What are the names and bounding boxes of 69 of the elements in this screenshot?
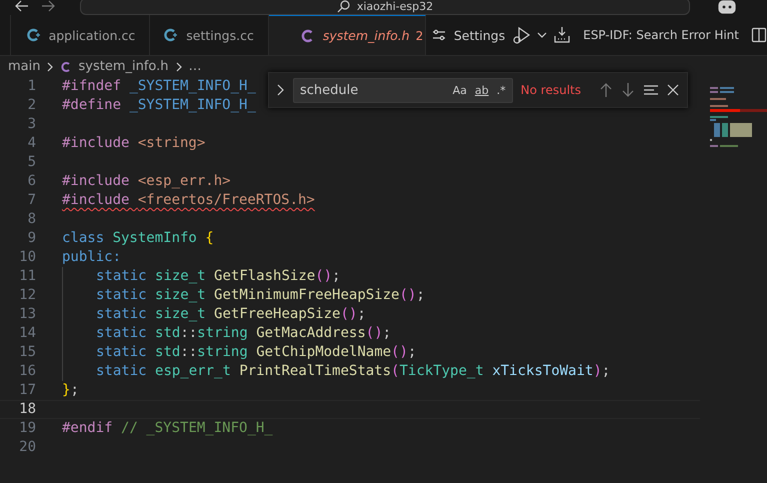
code-line: #include <freertos/FreeRTOS.h> (62, 192, 315, 208)
line-number: 3 (26, 115, 36, 134)
breadcrumb-item[interactable]: … (188, 59, 202, 74)
line-number: 13 (18, 305, 36, 324)
arrow-up-icon[interactable] (599, 82, 613, 98)
selection-lines-icon[interactable] (643, 83, 659, 97)
cpp-file-icon (26, 28, 41, 42)
line-number: 1 (26, 77, 36, 96)
line-number: 19 (18, 419, 36, 438)
code-line: static std::string GetChipModelName(); (96, 344, 416, 360)
search-icon (336, 0, 351, 13)
sliders-icon (432, 28, 446, 42)
code-line: static size_t GetFreeHeapSize(); (96, 306, 366, 322)
find-input-field[interactable]: schedule Aa ab .* (293, 78, 513, 102)
code-line: static size_t GetMinimumFreeHeapSize(); (96, 287, 425, 303)
line-number: 9 (26, 229, 36, 248)
caret-icon[interactable] (537, 31, 548, 39)
line-number: 18 (18, 401, 36, 418)
split-editor-icon[interactable] (751, 27, 767, 43)
find-result-text: No results (520, 83, 581, 97)
line-number: 4 (26, 134, 36, 153)
line-number: 14 (18, 324, 36, 343)
command-center[interactable]: xiaozhi-esp32 (80, 0, 690, 14)
match-case-toggle[interactable]: Aa (452, 84, 467, 96)
breadcrumb-item[interactable]: system_info.h (78, 59, 169, 74)
editor-tab[interactable]: system_info.h 2 (268, 15, 426, 55)
whole-word-toggle[interactable]: ab (474, 84, 489, 96)
c-file-icon (60, 60, 72, 72)
editor-tab[interactable]: application.cc (10, 15, 150, 55)
line-number: 5 (26, 153, 36, 172)
chevron-right-icon[interactable] (275, 83, 285, 97)
code-line: public: (62, 249, 122, 265)
line-number: 16 (18, 362, 36, 381)
download-tray-icon[interactable] (553, 26, 572, 44)
line-number: 20 (18, 438, 36, 457)
line-number: 17 (18, 381, 36, 400)
error-hint-button[interactable]: ESP-IDF: Search Error Hint (583, 28, 739, 42)
robot-icon[interactable] (716, 0, 738, 14)
problem-count: 2 (416, 28, 424, 42)
code-line: static size_t GetFlashSize(); (96, 268, 340, 284)
line-number: 6 (26, 172, 36, 191)
forward-arrow-icon[interactable] (40, 0, 56, 13)
code-line: #include <string> (62, 135, 206, 151)
chevron-right-icon (174, 62, 183, 72)
cpp-file-icon (164, 28, 178, 42)
line-number: 10 (18, 248, 36, 267)
code-line: #define _SYSTEM_INFO_H_ (62, 97, 256, 113)
close-icon[interactable] (667, 84, 679, 96)
back-arrow-icon[interactable] (14, 0, 30, 13)
breadcrumb-item[interactable]: main (8, 59, 40, 74)
line-number: 7 (26, 191, 36, 210)
code-line: static esp_err_t PrintRealTimeStats(TickType_t xTicksToWait); (96, 363, 610, 379)
code-line: #include <esp_err.h> (62, 173, 231, 189)
line-number: 12 (18, 286, 36, 305)
code-line: static std::string GetMacAddress(); (96, 325, 392, 341)
code-line: }; (62, 382, 79, 398)
line-number: 2 (26, 96, 36, 115)
run-debug-icon[interactable] (511, 25, 532, 45)
c-file-icon (300, 28, 315, 42)
regex-toggle[interactable]: .* (496, 84, 506, 96)
chevron-right-icon (46, 62, 54, 72)
arrow-down-icon[interactable] (621, 82, 635, 98)
code-line: #endif // _SYSTEM_INFO_H_ (62, 420, 273, 436)
line-number: 8 (26, 210, 36, 229)
line-number: 15 (18, 343, 36, 362)
window-title: xiaozhi-esp32 (356, 0, 434, 12)
line-number: 11 (18, 267, 36, 286)
code-line: #ifndef _SYSTEM_INFO_H_ (62, 78, 256, 94)
code-line: class SystemInfo { (62, 230, 214, 246)
